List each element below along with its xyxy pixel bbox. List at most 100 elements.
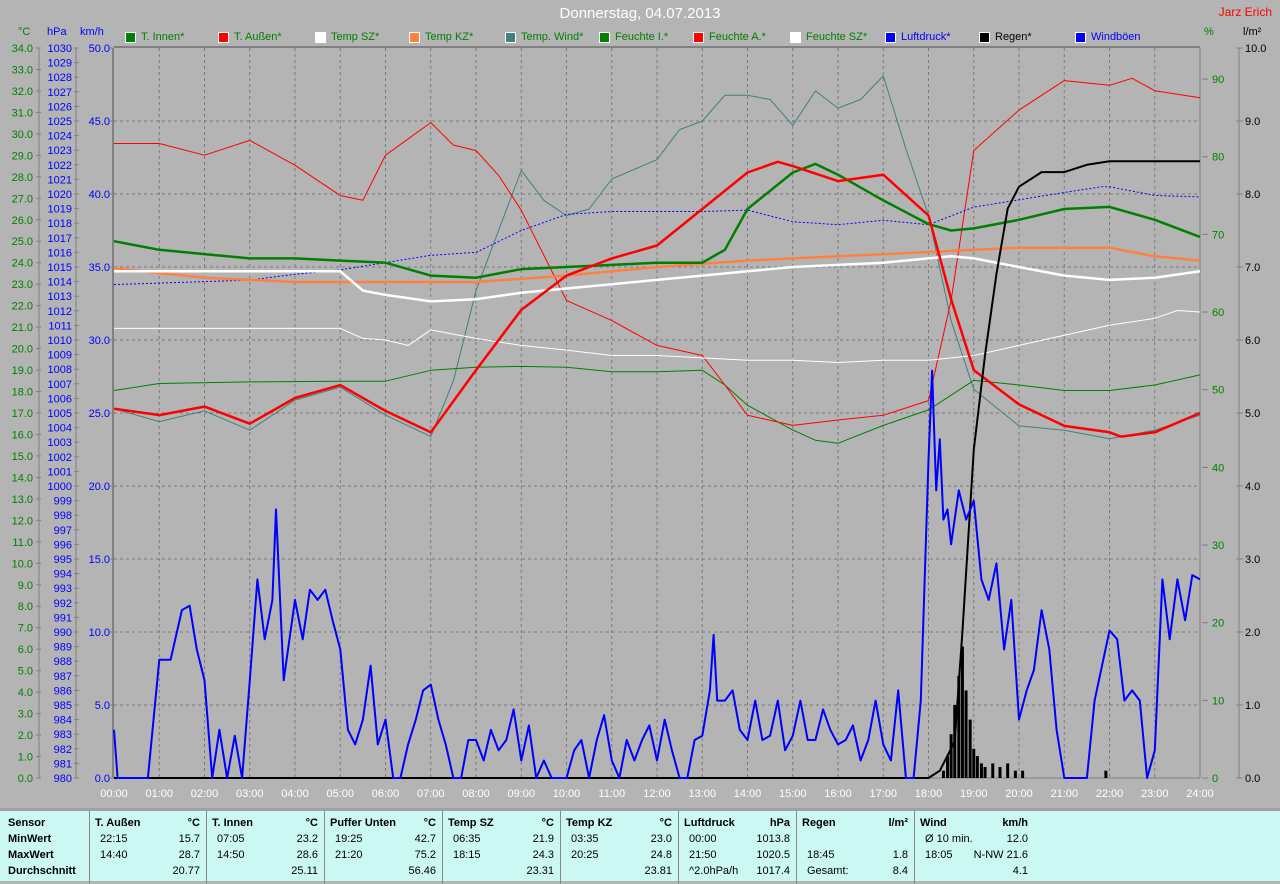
rain-bar [979,763,983,778]
stat-time: Ø 10 min. [925,833,973,845]
stat-value: 56.46 [408,865,436,877]
stat-time: 07:05 [217,833,245,845]
stat-value: N-NW 21.6 [973,849,1028,861]
legend-swatch [1075,31,1086,43]
celsius-tick-label: 0.0 [18,773,33,785]
section-name: T. Außen [95,817,141,829]
x-tick-label: 20:00 [1005,788,1033,800]
hpa-tick-label: 982 [54,744,72,756]
section-unit: °C [541,817,554,829]
row-label: MinWert [8,833,52,845]
hpa-tick-label: 1017 [48,233,72,245]
stat-value: 8.4 [892,865,908,877]
stats-section: Regen l/m² 18:45 1.8 Gesamt: 8.4 [796,811,914,884]
stat-value: 21.9 [532,833,554,845]
celsius-tick-label: 20.0 [12,344,33,356]
rain-tick-label: 4.0 [1245,481,1260,493]
celsius-tick-label: 19.0 [12,365,33,377]
stat-time: 03:35 [571,833,599,845]
rain-tick-label: 10.0 [1245,43,1266,55]
kmh-tick-label: 45.0 [89,116,110,128]
hpa-tick-label: 987 [54,671,72,683]
rain-bar [949,734,953,778]
x-tick-label: 16:00 [824,788,852,800]
celsius-tick-label: 16.0 [12,429,33,441]
kmh-tick-label: 20.0 [89,481,110,493]
hpa-tick-label: 988 [54,656,72,668]
legend-swatch [693,31,704,43]
hpa-tick-label: 1010 [48,335,72,347]
rain-bar [960,646,964,778]
hpa-tick-label: 1014 [48,277,72,289]
stat-time: 20:25 [571,849,599,861]
percent-tick-label: 20 [1212,618,1224,630]
celsius-tick-label: 32.0 [12,86,33,98]
section-unit: km/h [1002,817,1028,829]
stat-value: 25.11 [291,865,318,877]
rain-tick-label: 5.0 [1245,408,1260,420]
hpa-tick-label: 989 [54,642,72,654]
rain-tick-label: 6.0 [1245,335,1260,347]
rain-bar [968,719,972,778]
hpa-tick-label: 1030 [48,43,72,55]
section-unit: hPa [769,817,790,829]
stat-time: 18:05 [925,849,953,861]
hpa-tick-label: 1024 [48,131,72,143]
hpa-tick-label: 1011 [48,320,72,332]
rain-bar [991,763,995,778]
section-unit: °C [423,817,436,829]
x-tick-label: 06:00 [372,788,400,800]
section-name: Temp SZ [448,817,494,829]
section-name: Wind [920,817,947,829]
legend-item: T. Innen* [125,31,184,43]
row-label: MaxWert [8,849,54,861]
rain-tick-label: 8.0 [1245,189,1260,201]
hpa-tick-label: 980 [54,773,72,785]
hpa-tick-label: 996 [54,539,72,551]
rain-bar [983,767,987,778]
stat-value: 23.2 [296,833,318,845]
celsius-unit-label: °C [18,26,31,38]
stat-time: 00:00 [689,833,717,845]
hpa-tick-label: 1007 [48,379,72,391]
stat-value: 20.77 [172,865,200,877]
sensor-header: Sensor [8,817,46,829]
hpa-tick-label: 1009 [48,350,72,362]
legend-item: Temp. Wind* [505,31,583,43]
row-label: Durchschnitt [8,865,76,877]
legend-item: Temp SZ* [315,31,379,43]
celsius-tick-label: 7.0 [18,623,33,635]
stat-value: 28.6 [296,849,318,861]
legend-swatch [125,31,136,43]
legend-item: Feuchte A.* [693,31,766,43]
celsius-tick-label: 27.0 [12,193,33,205]
stats-section: T. Innen °C 07:05 23.2 14:50 28.6 25.11 [206,811,324,884]
section-name: Puffer Unten [330,817,396,829]
legend-label: T. Außen* [234,31,282,43]
section-name: T. Innen [212,817,253,829]
x-tick-label: 07:00 [417,788,445,800]
celsius-tick-label: 26.0 [12,215,33,227]
legend-label: Temp SZ* [331,31,380,43]
section-name: Temp KZ [566,817,613,829]
celsius-tick-label: 2.0 [18,730,33,742]
chart-title: Donnerstag, 04.07.2013 [559,5,721,22]
hpa-tick-label: 1002 [48,452,72,464]
kmh-tick-label: 10.0 [89,627,110,639]
percent-tick-label: 90 [1212,74,1224,86]
legend-swatch [315,31,326,43]
celsius-tick-label: 4.0 [18,687,33,699]
section-unit: l/m² [888,817,908,829]
rain-bar [972,748,976,778]
rain-bar [1006,763,1010,778]
celsius-tick-label: 9.0 [18,580,33,592]
celsius-tick-label: 14.0 [12,472,33,484]
celsius-tick-label: 10.0 [12,558,33,570]
hpa-tick-label: 1018 [48,218,72,230]
x-tick-label: 10:00 [553,788,581,800]
percent-tick-label: 60 [1212,307,1224,319]
percent-tick-label: 10 [1212,695,1224,707]
legend-item: Feuchte SZ* [790,31,867,43]
celsius-tick-label: 25.0 [12,236,33,248]
hpa-tick-label: 1026 [48,101,72,113]
